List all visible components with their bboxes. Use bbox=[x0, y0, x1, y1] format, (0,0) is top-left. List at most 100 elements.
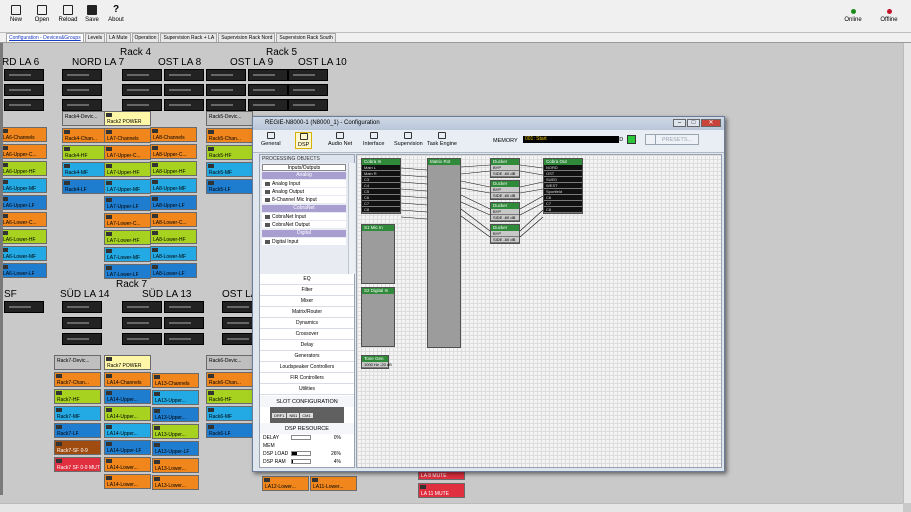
channel-group[interactable]: LA8-Channels bbox=[150, 127, 197, 142]
channel-group[interactable]: Rack5-HF bbox=[206, 145, 253, 160]
channel-group[interactable]: LA8-Upper-HF bbox=[150, 161, 197, 176]
channel-group[interactable]: LA13-Lower... bbox=[152, 458, 199, 473]
amplifier-device[interactable] bbox=[122, 99, 162, 111]
maximize-button[interactable]: □ bbox=[687, 119, 700, 127]
task-engine-button[interactable]: Task Engine bbox=[427, 132, 457, 147]
amplifier-device[interactable] bbox=[164, 99, 204, 111]
amplifier-device[interactable] bbox=[206, 99, 246, 111]
channel-group[interactable]: LA11-Lower... bbox=[310, 476, 357, 491]
ducker-block[interactable]: Ducker BYP SIDE -60 dB bbox=[490, 224, 520, 244]
close-button[interactable]: ✕ bbox=[701, 119, 721, 127]
channel-group[interactable]: LA6-Lower-MF bbox=[0, 246, 47, 261]
vertical-scrollbar[interactable] bbox=[903, 43, 911, 503]
amplifier-device[interactable] bbox=[62, 301, 102, 313]
channel-group[interactable]: Rack5-LF bbox=[206, 179, 253, 194]
channel-group[interactable]: Rack4-HF bbox=[62, 145, 109, 160]
channel-group[interactable]: LA13-Upper-LF bbox=[152, 441, 199, 456]
category-item[interactable]: Filter bbox=[260, 285, 354, 296]
audio-net-button[interactable]: Audio Net bbox=[328, 132, 352, 147]
channel-group[interactable]: Rack4-Chan... bbox=[62, 128, 109, 143]
open-button[interactable]: Open bbox=[30, 3, 54, 31]
amplifier-device[interactable] bbox=[288, 69, 328, 81]
channel-group[interactable]: LA 11 MUTE bbox=[418, 483, 465, 498]
tab-item[interactable]: Operation bbox=[131, 33, 160, 42]
amplifier-device[interactable] bbox=[4, 99, 44, 111]
amplifier-device[interactable] bbox=[164, 84, 204, 96]
channel-group[interactable]: LA7-Lower-MF bbox=[104, 247, 151, 262]
channel-group[interactable]: LA13-Lower... bbox=[152, 475, 199, 490]
tab-item[interactable]: Supervision Rack + LA bbox=[160, 33, 218, 42]
object-item[interactable]: CobraNet Input bbox=[262, 213, 346, 221]
online-button[interactable]: Online bbox=[840, 9, 866, 23]
category-item[interactable]: Delay bbox=[260, 340, 354, 351]
amplifier-device[interactable] bbox=[164, 317, 204, 329]
channel-group[interactable]: Rack6-MF bbox=[206, 406, 253, 421]
channel-group[interactable]: Rack6-HF bbox=[206, 389, 253, 404]
amplifier-device[interactable] bbox=[206, 69, 246, 81]
channel-group[interactable]: LA14-Channels bbox=[104, 372, 151, 387]
channel-group[interactable]: LA7-Lower-C... bbox=[104, 213, 151, 228]
channel-group[interactable]: LA7-Channels bbox=[104, 128, 151, 143]
amplifier-device[interactable] bbox=[62, 317, 102, 329]
category-item[interactable]: FIR Controllers bbox=[260, 373, 354, 384]
channel-group[interactable]: LA8-Lower-C... bbox=[150, 212, 197, 227]
amplifier-device[interactable] bbox=[248, 84, 288, 96]
window-titlebar[interactable]: REGIE-N8000-1 (N8000_1) - Configuration … bbox=[253, 117, 724, 130]
object-item[interactable]: CobraNet Output bbox=[262, 221, 346, 229]
supervision-button[interactable]: Supervision bbox=[394, 132, 423, 147]
channel-group[interactable]: LA8-Lower-MF bbox=[150, 246, 197, 261]
channel-group[interactable]: LA7-Upper-C... bbox=[104, 145, 151, 160]
channel-group[interactable]: Rack4-LF bbox=[62, 179, 109, 194]
category-item[interactable]: Generators bbox=[260, 351, 354, 362]
category-item[interactable]: Dynamics bbox=[260, 318, 354, 329]
category-item[interactable]: Crossover bbox=[260, 329, 354, 340]
dsp-canvas[interactable]: Cobra In Main L Main R C3 C4 C5 C6 C7 C8 Matrix R… bbox=[356, 154, 722, 468]
offline-button[interactable]: Offline bbox=[876, 9, 902, 23]
channel-group[interactable]: LA6-Upper-HF bbox=[0, 161, 47, 176]
channel-group[interactable]: Rack4-Devic... bbox=[62, 111, 109, 126]
object-item[interactable]: Analog Input bbox=[262, 180, 346, 188]
channel-group[interactable]: LA7-Upper-LF bbox=[104, 196, 151, 211]
amplifier-device[interactable] bbox=[248, 69, 288, 81]
amplifier-device[interactable] bbox=[164, 301, 204, 313]
matrix-router-block[interactable]: Matrix Rot bbox=[427, 158, 461, 348]
channel-group[interactable]: LA13-Upper... bbox=[152, 407, 199, 422]
about-button[interactable]: ? About bbox=[104, 3, 128, 31]
ducker-block[interactable]: Ducker BYP SIDE -60 dB bbox=[490, 180, 520, 200]
dsp-button[interactable]: DSP bbox=[295, 132, 313, 149]
category-item[interactable]: Matrix/Router bbox=[260, 307, 354, 318]
tab-item[interactable]: Configuration - Devices&Groups bbox=[6, 33, 84, 42]
channel-group[interactable]: Rack5-MF bbox=[206, 162, 253, 177]
amplifier-device[interactable] bbox=[122, 69, 162, 81]
tab-item[interactable]: Supervision Rack South bbox=[276, 33, 336, 42]
amplifier-device[interactable] bbox=[62, 69, 102, 81]
presets-button[interactable]: PRESETS... bbox=[655, 134, 699, 145]
slot-item[interactable]: CM1 bbox=[300, 412, 313, 418]
channel-group[interactable]: Rack7-HF bbox=[54, 389, 101, 404]
processing-objects-scrollbar[interactable] bbox=[348, 163, 355, 274]
amplifier-device[interactable] bbox=[122, 301, 162, 313]
channel-group[interactable]: LA8-Upper-MF bbox=[150, 178, 197, 193]
channel-group[interactable]: LA6-Upper-MF bbox=[0, 178, 47, 193]
channel-group[interactable]: LA14-Upper... bbox=[104, 389, 151, 404]
channel-group[interactable]: LA6-Lower-C... bbox=[0, 212, 47, 227]
amplifier-device[interactable] bbox=[62, 84, 102, 96]
ducker-block[interactable]: Ducker BYP SIDE -60 dB bbox=[490, 202, 520, 222]
channel-group[interactable]: LA13-Channels bbox=[152, 373, 199, 388]
save-button[interactable]: Save bbox=[80, 3, 104, 31]
amplifier-device[interactable] bbox=[164, 69, 204, 81]
channel-group[interactable]: LA14-Upper... bbox=[104, 423, 151, 438]
amplifier-device[interactable] bbox=[164, 333, 204, 345]
object-item[interactable]: Analog Output bbox=[262, 188, 346, 196]
amplifier-device[interactable] bbox=[4, 84, 44, 96]
channel-group[interactable]: Rack7-LF bbox=[54, 423, 101, 438]
channel-group[interactable]: Rack6-Devic... bbox=[206, 355, 253, 370]
tone-generator-block[interactable]: Tone Gen 1000 Hz -20 dB bbox=[361, 355, 392, 369]
category-item[interactable]: Utilities bbox=[260, 384, 354, 395]
amplifier-device[interactable] bbox=[248, 99, 288, 111]
category-item[interactable]: Mixer bbox=[260, 296, 354, 307]
channel-group[interactable]: LA7-Upper-HF bbox=[104, 162, 151, 177]
amplifier-device[interactable] bbox=[4, 69, 44, 81]
channel-group[interactable]: LA7-Lower-LF bbox=[104, 264, 151, 279]
channel-group[interactable]: LA8-Lower-HF bbox=[150, 229, 197, 244]
